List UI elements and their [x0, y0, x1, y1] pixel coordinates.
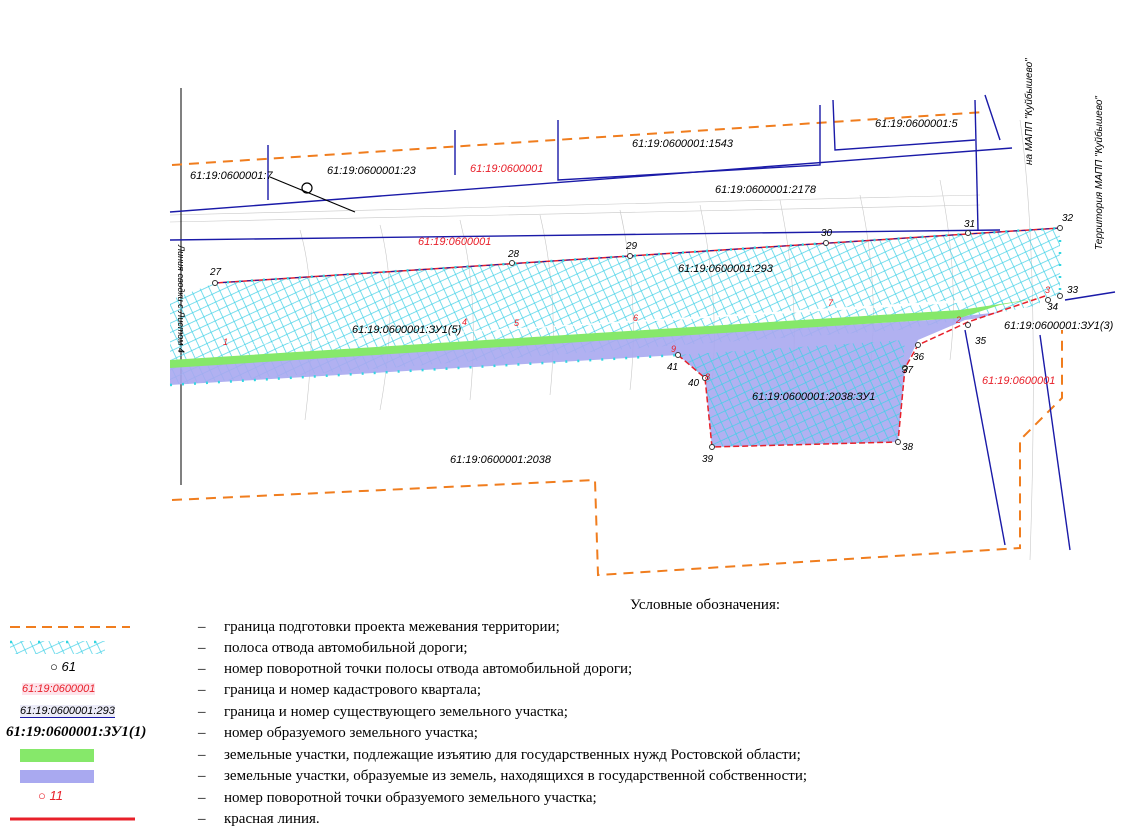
new-parcel-label: 61:19:0600001:ЗУ1(5) [352, 324, 462, 336]
legend-dash: – [198, 619, 206, 635]
road-point-label: 28 [507, 249, 520, 260]
parcel-point-label: 1 [223, 337, 228, 347]
legend-item: номер поворотной точки полосы отвода авт… [224, 661, 633, 677]
legend-row: 61:19:0600001:293 – граница и номер суще… [0, 702, 1132, 723]
legend-item: красная линия. [224, 811, 320, 827]
quarter-label: 61:19:0600001 [470, 163, 543, 175]
state-land-symbol [20, 770, 94, 783]
legend-item: земельные участки, подлежащие изъятию дл… [224, 747, 801, 763]
new-parcel-label: 61:19:0600001:2038:ЗУ1 [752, 391, 875, 403]
parcel-point-label: 2 [955, 315, 961, 325]
legend-item: граница и номер существующего земельного… [224, 704, 568, 720]
parcel-point-label: 6 [633, 313, 638, 323]
legend-sample-parcel-point: 11 [49, 788, 63, 803]
road-point-label: 39 [702, 454, 714, 465]
quarter-symbol: 61:19:0600001 [10, 680, 180, 701]
legend-row: ○ 61 – номер поворотной точки полосы отв… [0, 659, 1132, 680]
parcel-label: 61:19:0600001:5 [875, 118, 958, 130]
legend-row: – земельные участки, подлежащие изъятию … [0, 745, 1132, 766]
legend-row: – полоса отвода автомобильной дороги; [0, 638, 1132, 659]
cadastral-map: 27 28 29 30 31 32 33 34 35 36 37 38 39 4… [169, 58, 1116, 577]
road-point-label: 35 [975, 336, 987, 347]
legend-dash: – [198, 682, 206, 698]
legend-dash: – [198, 704, 206, 720]
road-point-label: 37 [902, 365, 914, 376]
road-point-label: 29 [625, 241, 638, 252]
parcel-point-label: 9 [671, 344, 676, 354]
road-point-symbol: ○ 61 [50, 659, 76, 674]
parcel-point-label: 3 [1045, 285, 1050, 295]
legend-item: номер образуемого земельного участка; [224, 725, 478, 741]
legend-row: 61:19:0600001 – граница и номер кадастро… [0, 680, 1132, 701]
road-point-label: 40 [688, 378, 700, 389]
legend-row: – граница подготовки проекта межевания т… [0, 617, 1132, 638]
legend-dash: – [198, 725, 206, 741]
parcel-label: 61:19:0600001:293 [678, 263, 774, 275]
new-parcel-label: 61:19:0600001:ЗУ1(3) [1004, 320, 1114, 332]
road-point-label: 36 [913, 352, 925, 363]
legend-dash: – [198, 790, 206, 806]
legend-dash: – [198, 747, 206, 763]
legend-item: земельные участки, образуемые из земель,… [224, 768, 808, 784]
legend-dash: – [198, 640, 206, 656]
road-point-label: 38 [902, 442, 914, 453]
project-boundary-symbol [10, 626, 130, 628]
mapp-label: на МАПП "Куйбышево" [1023, 58, 1035, 165]
road-point-label: 41 [667, 362, 678, 373]
legend-sample-point: 61 [61, 659, 76, 674]
legend-item: полоса отвода автомобильной дороги; [224, 640, 468, 656]
parcel-label: 61:19:0600001:2038 [450, 454, 552, 466]
legend-row: – красная линия. [0, 809, 1132, 830]
legend-row: ○ 11 – номер поворотной точки образуемог… [0, 788, 1132, 809]
legend-sample-quarter: 61:19:0600001 [22, 683, 96, 695]
road-strip-symbol [10, 640, 105, 654]
quarter-label: 61:19:0600001 [418, 236, 491, 248]
legend-row: 61:19:0600001:ЗУ1(1) – номер образуемого… [0, 723, 1132, 744]
legend-item: граница подготовки проекта межевания тер… [224, 619, 560, 635]
parcel-symbol: 61:19:0600001:293 [10, 702, 180, 723]
legend-dash: – [198, 811, 206, 827]
parcel-point-symbol: ○ 11 [38, 788, 63, 803]
legend-item: номер поворотной точки образуемого земел… [224, 790, 597, 806]
parcel-label: 61:19:0600001:7 [190, 170, 273, 182]
legend-sample-new-parcel: 61:19:0600001:ЗУ1(1) [6, 724, 147, 740]
sheet-junction-label: Линия сводки с Листом 4 [176, 244, 186, 353]
legend-title: Условные обозначения: [630, 597, 781, 613]
legend-item: граница и номер кадастрового квартала; [224, 682, 482, 698]
parcel-label: 61:19:0600001:23 [327, 165, 417, 177]
legend-dash: – [198, 661, 206, 677]
road-point-label: 34 [1047, 302, 1059, 313]
quarter-label: 61:19:0600001 [982, 375, 1055, 387]
road-point-label: 33 [1067, 285, 1079, 296]
parcel-label: 61:19:0600001:2178 [715, 184, 817, 196]
red-line-symbol [10, 817, 135, 821]
parcel-point-label: 8 [705, 372, 710, 382]
road-point-label: 30 [821, 228, 833, 239]
road-point-label: 32 [1062, 213, 1074, 224]
parcel-point-label: 4 [462, 317, 467, 327]
parcel-label: 61:19:0600001:1543 [632, 138, 734, 150]
new-parcel-symbol: 61:19:0600001:ЗУ1(1) [6, 723, 176, 745]
withdrawn-symbol [20, 749, 94, 762]
legend-sample-parcel: 61:19:0600001:293 [20, 705, 115, 718]
mapp-territory-label: Территория МАПП "Куйбышево" [1093, 96, 1105, 250]
legend-dash: – [198, 768, 206, 784]
north-arrow-icon [269, 176, 356, 213]
legend-row: – земельные участки, образуемые из земел… [0, 766, 1132, 787]
road-point-label: 31 [964, 219, 975, 230]
road-point-label: 27 [209, 267, 222, 278]
